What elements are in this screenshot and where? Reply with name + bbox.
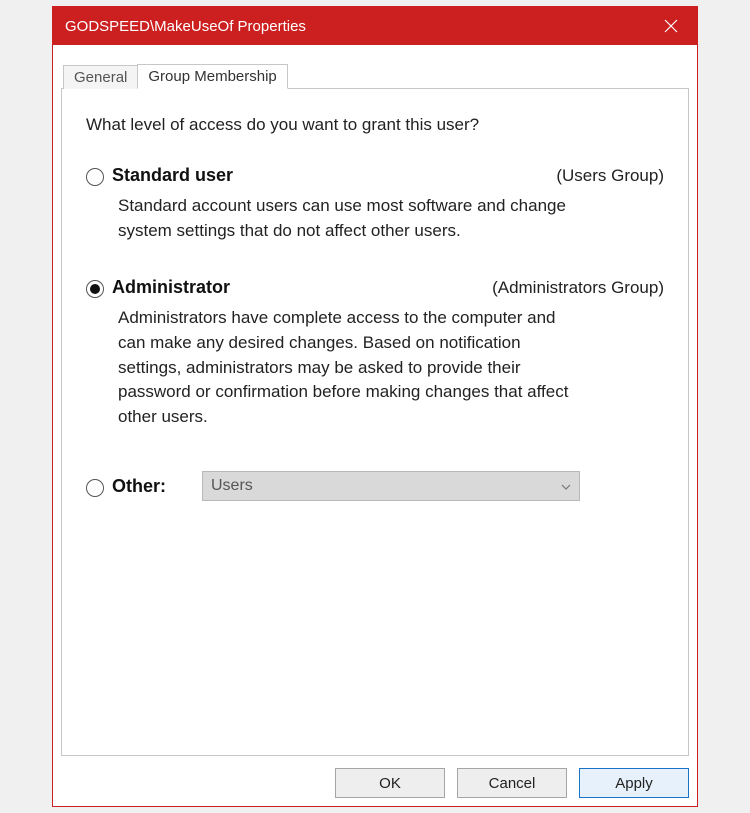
apply-button[interactable]: Apply bbox=[579, 768, 689, 798]
administrator-description: Administrators have complete access to t… bbox=[118, 306, 578, 429]
properties-dialog: GODSPEED\MakeUseOf Properties General Gr… bbox=[52, 6, 698, 807]
close-icon bbox=[664, 19, 678, 33]
titlebar: GODSPEED\MakeUseOf Properties bbox=[53, 7, 697, 45]
radio-administrator[interactable] bbox=[86, 280, 104, 298]
other-select-value: Users bbox=[211, 477, 253, 495]
option-standard-user: Standard user (Users Group) Standard acc… bbox=[86, 165, 664, 243]
tab-group-membership[interactable]: Group Membership bbox=[137, 64, 287, 89]
other-group-select[interactable]: Users bbox=[202, 471, 580, 501]
option-administrator: Administrator (Administrators Group) Adm… bbox=[86, 277, 664, 429]
chevron-down-icon bbox=[561, 479, 571, 493]
option-other: Other: Users bbox=[86, 471, 664, 501]
tabs-row: General Group Membership bbox=[61, 63, 689, 88]
dialog-buttons: OK Cancel Apply bbox=[61, 756, 689, 798]
tab-general[interactable]: General bbox=[63, 65, 138, 89]
close-button[interactable] bbox=[645, 7, 697, 45]
tab-panel-group-membership: What level of access do you want to gran… bbox=[61, 88, 689, 756]
standard-user-description: Standard account users can use most soft… bbox=[118, 194, 578, 243]
radio-other[interactable] bbox=[86, 479, 104, 497]
cancel-button[interactable]: Cancel bbox=[457, 768, 567, 798]
standard-user-label: Standard user bbox=[112, 165, 233, 186]
window-title: GODSPEED\MakeUseOf Properties bbox=[65, 18, 645, 35]
standard-user-group: (Users Group) bbox=[556, 166, 664, 186]
other-label: Other: bbox=[112, 476, 166, 497]
administrator-label: Administrator bbox=[112, 277, 230, 298]
client-area: General Group Membership What level of a… bbox=[53, 45, 697, 806]
administrator-group: (Administrators Group) bbox=[492, 278, 664, 298]
radio-standard-user[interactable] bbox=[86, 168, 104, 186]
ok-button[interactable]: OK bbox=[335, 768, 445, 798]
question-text: What level of access do you want to gran… bbox=[86, 115, 664, 135]
